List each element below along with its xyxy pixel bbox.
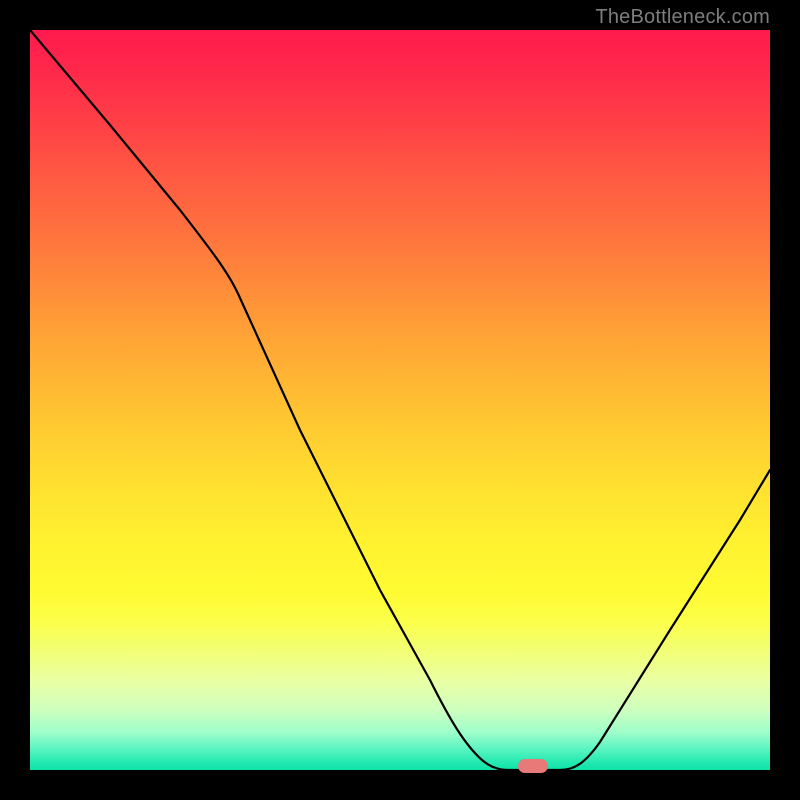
optimal-marker xyxy=(518,759,548,773)
chart-frame: TheBottleneck.com xyxy=(0,0,800,800)
chart-plot-area xyxy=(30,30,770,770)
watermark-text: TheBottleneck.com xyxy=(595,6,770,29)
